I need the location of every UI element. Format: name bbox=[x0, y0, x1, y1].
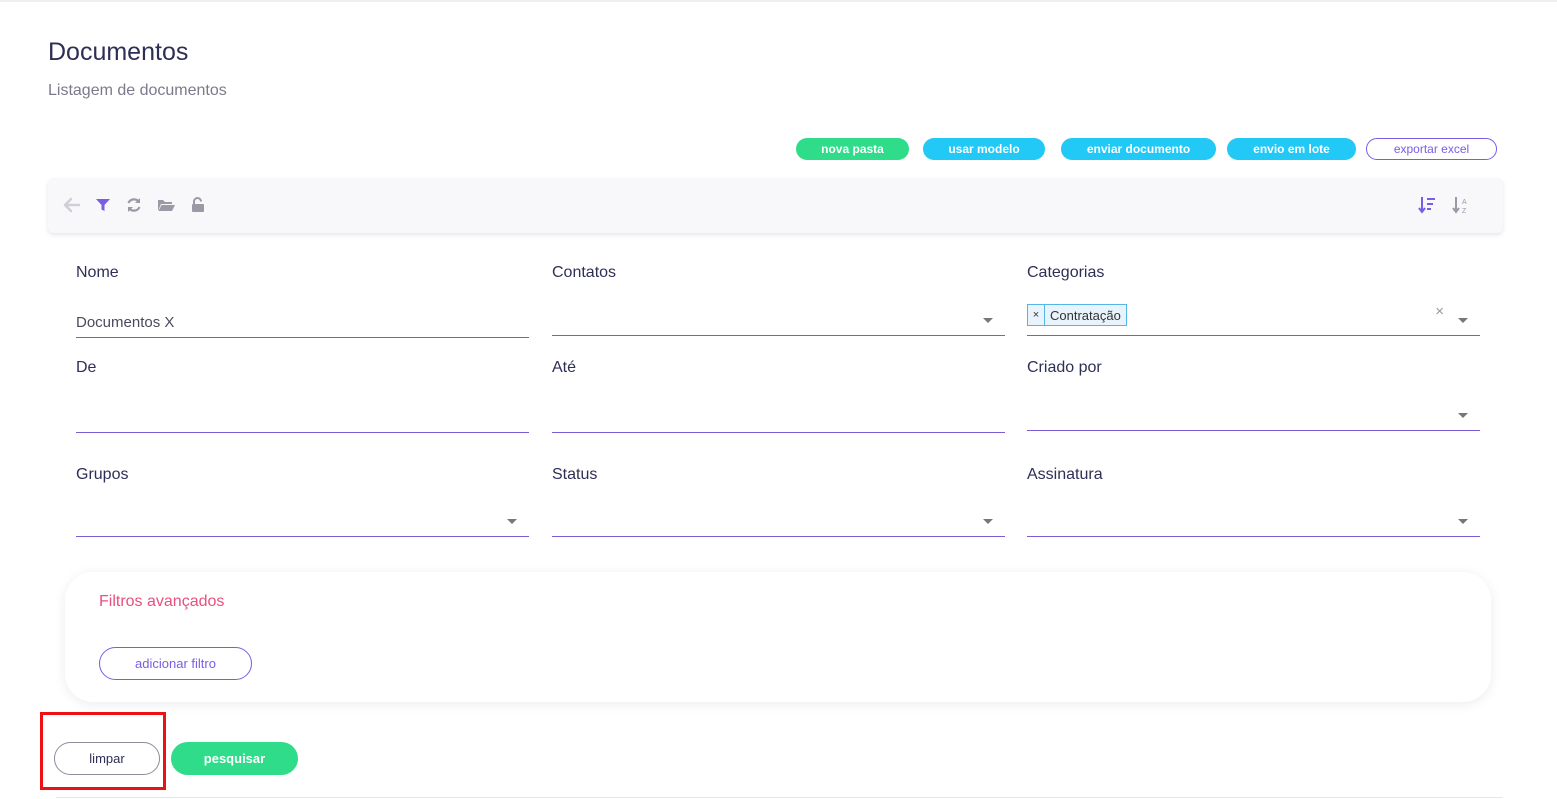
chevron-down-icon bbox=[1458, 413, 1468, 418]
categorias-label: Categorias bbox=[1027, 264, 1105, 281]
chevron-down-icon bbox=[507, 519, 517, 524]
document-toolbar: AZ bbox=[48, 178, 1503, 233]
contatos-label: Contatos bbox=[552, 264, 617, 281]
categorias-select[interactable]: × Contratação × bbox=[1027, 303, 1480, 336]
advanced-filters-title: Filtros avançados bbox=[99, 593, 225, 610]
back-arrow-icon[interactable] bbox=[63, 196, 81, 214]
contatos-select[interactable] bbox=[552, 306, 1005, 336]
clear-selection-icon[interactable]: × bbox=[1435, 303, 1444, 320]
batch-send-button[interactable]: envio em lote bbox=[1227, 138, 1356, 160]
tag-remove-icon[interactable]: × bbox=[1028, 305, 1045, 325]
grupos-select[interactable] bbox=[76, 507, 529, 537]
criado-por-label: Criado por bbox=[1027, 359, 1102, 376]
chevron-down-icon bbox=[983, 519, 993, 524]
ate-date-input[interactable] bbox=[552, 403, 1005, 433]
new-folder-button[interactable]: nova pasta bbox=[796, 138, 909, 160]
chevron-down-icon bbox=[1458, 318, 1468, 323]
add-filter-button[interactable]: adicionar filtro bbox=[99, 647, 252, 680]
svg-text:Z: Z bbox=[1462, 208, 1467, 214]
nome-input[interactable]: Documentos X bbox=[76, 308, 529, 338]
grupos-label: Grupos bbox=[76, 466, 129, 483]
category-tag: × Contratação bbox=[1027, 304, 1127, 326]
de-date-input[interactable] bbox=[76, 403, 529, 433]
refresh-icon[interactable] bbox=[125, 196, 143, 214]
nome-label: Nome bbox=[76, 264, 119, 281]
top-divider bbox=[0, 0, 1557, 2]
sort-alpha-down-icon[interactable]: AZ bbox=[1452, 196, 1470, 214]
ate-label: Até bbox=[552, 359, 577, 376]
page-subtitle: Listagem de documentos bbox=[48, 82, 227, 99]
chevron-down-icon bbox=[983, 318, 993, 323]
status-label: Status bbox=[552, 466, 598, 483]
sort-amount-down-icon[interactable] bbox=[1418, 196, 1436, 214]
assinatura-select[interactable] bbox=[1027, 507, 1480, 537]
advanced-filters-card: Filtros avançados adicionar filtro bbox=[65, 572, 1491, 702]
use-template-button[interactable]: usar modelo bbox=[923, 138, 1045, 160]
criado-por-select[interactable] bbox=[1027, 401, 1480, 431]
folder-open-icon[interactable] bbox=[157, 196, 175, 214]
page-title: Documentos bbox=[48, 38, 189, 66]
bottom-divider bbox=[56, 797, 1503, 798]
search-button[interactable]: pesquisar bbox=[171, 742, 298, 775]
de-label: De bbox=[76, 359, 97, 376]
export-excel-button[interactable]: exportar excel bbox=[1366, 138, 1497, 160]
category-tag-label: Contratação bbox=[1050, 307, 1121, 323]
status-select[interactable] bbox=[552, 507, 1005, 537]
send-document-button[interactable]: enviar documento bbox=[1061, 138, 1216, 160]
nome-value: Documentos X bbox=[76, 314, 175, 331]
svg-text:A: A bbox=[1462, 199, 1467, 206]
chevron-down-icon bbox=[1458, 519, 1468, 524]
unlock-icon[interactable] bbox=[189, 196, 207, 214]
filter-icon[interactable] bbox=[94, 196, 112, 214]
clear-button[interactable]: limpar bbox=[54, 742, 160, 775]
assinatura-label: Assinatura bbox=[1027, 466, 1103, 483]
